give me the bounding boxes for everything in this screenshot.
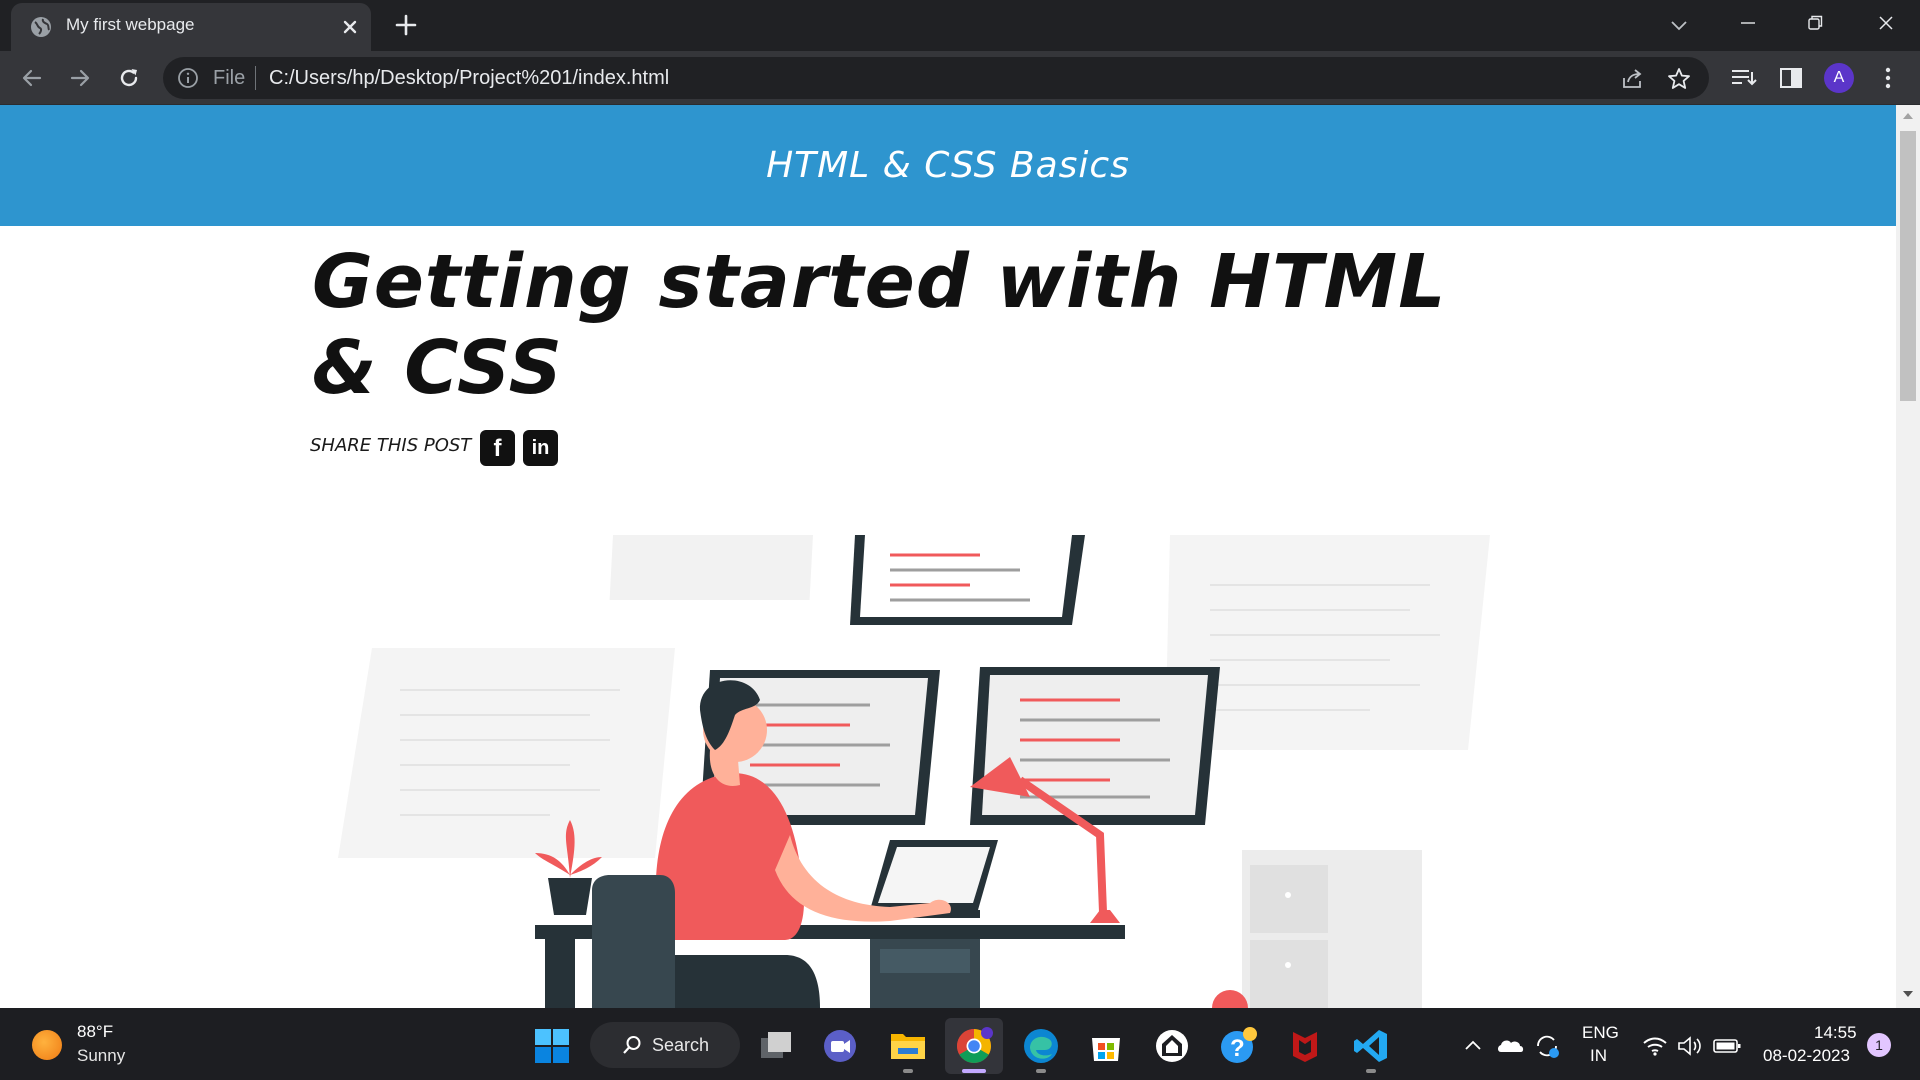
teams-chat-icon[interactable] <box>820 1026 860 1066</box>
weather-condition: Sunny <box>77 1046 126 1065</box>
url-text[interactable]: C:/Users/hp/Desktop/Project%201/index.ht… <box>269 67 669 90</box>
linkedin-share-button[interactable]: in <box>523 430 558 466</box>
chevron-down-icon[interactable] <box>1664 10 1694 40</box>
task-view-icon[interactable] <box>756 1026 796 1066</box>
post-title: Getting started with HTML & CSS <box>312 239 1447 411</box>
back-arrow-icon[interactable] <box>16 62 48 94</box>
microsoft-store-icon[interactable] <box>1086 1026 1126 1066</box>
windows-start-icon[interactable] <box>532 1026 572 1066</box>
region-code: IN <box>1590 1046 1607 1065</box>
globe-icon <box>31 17 51 37</box>
page-scrollbar[interactable] <box>1896 105 1920 1008</box>
site-header: HTML & CSS Basics <box>0 105 1896 226</box>
battery-icon[interactable] <box>1710 1026 1744 1066</box>
onedrive-cloud-icon[interactable] <box>1494 1026 1528 1066</box>
address-divider <box>255 66 256 90</box>
scheme-label: File <box>213 67 246 89</box>
explorer-running-indicator <box>903 1069 913 1073</box>
restore-icon[interactable] <box>1800 8 1830 38</box>
edge-icon[interactable] <box>1021 1026 1061 1066</box>
bookmark-star-icon[interactable] <box>1666 66 1692 92</box>
linkedin-icon: in <box>531 437 550 459</box>
chevron-up-icon[interactable] <box>1458 1026 1488 1066</box>
svg-text:?: ? <box>1230 1035 1245 1062</box>
scroll-up-arrow-icon[interactable] <box>1902 111 1914 121</box>
browser-toolbar: File C:/Users/hp/Desktop/Project%201/ind… <box>0 51 1920 105</box>
windows-taskbar: 88°F Sunny Search ? ENG IN 14:55 08-02-2… <box>0 1008 1920 1080</box>
clock-time: 14:55 <box>1814 1023 1857 1042</box>
kebab-menu-icon[interactable] <box>1872 62 1904 94</box>
profile-avatar[interactable]: A <box>1824 63 1854 93</box>
side-panel-icon[interactable] <box>1775 62 1807 94</box>
tab-my-first-webpage[interactable]: My first webpage <box>11 3 371 51</box>
volume-icon[interactable] <box>1674 1026 1704 1066</box>
reload-icon[interactable] <box>113 62 145 94</box>
search-icon <box>623 1036 641 1054</box>
new-tab-icon[interactable] <box>392 11 420 39</box>
chrome-icon[interactable] <box>954 1026 994 1066</box>
developer-illustration <box>338 535 1490 1008</box>
app-home-icon[interactable] <box>1152 1026 1192 1066</box>
close-icon[interactable] <box>337 14 363 40</box>
scrollbar-thumb[interactable] <box>1900 131 1916 401</box>
tab-title: My first webpage <box>66 15 195 34</box>
forward-arrow-icon[interactable] <box>64 62 96 94</box>
search-label: Search <box>652 1035 710 1055</box>
facebook-share-button[interactable]: f <box>480 430 515 466</box>
minimize-icon[interactable] <box>1733 8 1763 38</box>
window-close-icon[interactable] <box>1871 8 1901 38</box>
get-help-icon[interactable]: ? <box>1218 1026 1258 1066</box>
share-icon[interactable] <box>1619 66 1645 92</box>
wifi-icon[interactable] <box>1640 1026 1670 1066</box>
browser-tab-bar: My first webpage <box>0 0 1920 51</box>
vscode-icon[interactable] <box>1351 1026 1391 1066</box>
share-label: SHARE THIS POST <box>310 435 472 456</box>
site-title: HTML & CSS Basics <box>766 145 1130 186</box>
vscode-running-indicator <box>1366 1069 1376 1073</box>
scroll-down-arrow-icon[interactable] <box>1902 989 1914 999</box>
sun-icon <box>32 1030 62 1060</box>
sync-icon[interactable] <box>1530 1026 1564 1066</box>
page-viewport: HTML & CSS Basics Getting started with H… <box>0 105 1896 1008</box>
reading-list-icon[interactable] <box>1727 62 1759 94</box>
file-explorer-icon[interactable] <box>888 1026 928 1066</box>
language-code: ENG <box>1582 1023 1619 1042</box>
facebook-icon: f <box>493 435 502 462</box>
info-icon[interactable] <box>177 67 199 89</box>
chrome-active-indicator <box>962 1069 986 1073</box>
clock-date: 08-02-2023 <box>1763 1046 1850 1065</box>
weather-temperature: 88°F <box>77 1022 114 1041</box>
address-bar[interactable]: File C:/Users/hp/Desktop/Project%201/ind… <box>163 57 1709 99</box>
taskbar-search[interactable]: Search <box>590 1022 740 1068</box>
edge-running-indicator <box>1036 1069 1046 1073</box>
notification-badge[interactable]: 1 <box>1867 1033 1891 1057</box>
mcafee-icon[interactable] <box>1285 1026 1325 1066</box>
